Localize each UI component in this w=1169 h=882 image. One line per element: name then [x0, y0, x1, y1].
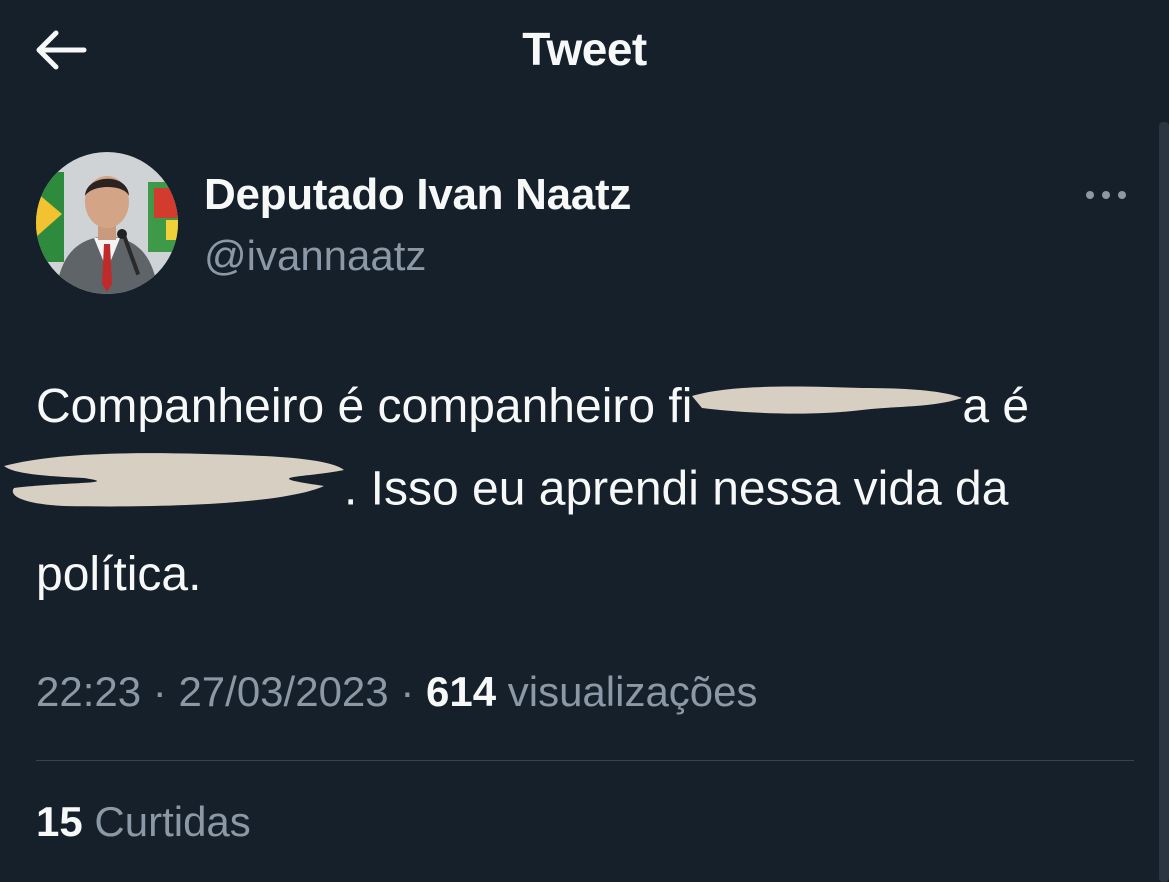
author-handle[interactable]: @ivannaatz [204, 232, 426, 280]
tweet-text-part: Companheiro é companheiro fi [36, 380, 693, 433]
tweet-line-2: . Isso eu aprendi nessa vida da [4, 446, 1126, 538]
tweet-metadata: 22:23 · 27/03/2023 · 614 visualizações [36, 668, 758, 716]
page-title: Tweet [522, 23, 647, 75]
author-display-name[interactable]: Deputado Ivan Naatz [204, 170, 631, 220]
more-options-button[interactable] [1076, 180, 1136, 210]
redaction-mark [4, 446, 344, 538]
top-bar: Tweet [0, 0, 1169, 100]
tweet-text: Companheiro é companheiro fi a é . Isso … [4, 370, 1126, 612]
views-count: 614 [425, 668, 497, 715]
redaction-mark [692, 372, 963, 446]
tweet-line-1: Companheiro é companheiro fi a é [36, 370, 1126, 446]
tweet-line-3: política. [36, 548, 202, 602]
tweet-text-part: . Isso eu aprendi nessa vida da [344, 463, 1009, 516]
likes-label: Curtidas [82, 798, 251, 845]
tweet-author: Deputado Ivan Naatz @ivannaatz [36, 150, 1136, 300]
divider [36, 760, 1134, 761]
scrollbar[interactable] [1159, 122, 1169, 882]
separator: · [388, 668, 426, 715]
tweet-text-part: a é [962, 380, 1030, 433]
avatar[interactable] [36, 152, 178, 294]
separator: · [141, 668, 179, 715]
tweet-date[interactable]: 27/03/2023 [178, 668, 388, 715]
views-label: visualizações [496, 668, 758, 715]
likes-link[interactable]: 15 Curtidas [36, 798, 251, 846]
avatar-photo [36, 152, 178, 294]
likes-count: 15 [36, 798, 83, 845]
tweet-time[interactable]: 22:23 [36, 668, 141, 715]
more-options-icon [1086, 191, 1126, 199]
